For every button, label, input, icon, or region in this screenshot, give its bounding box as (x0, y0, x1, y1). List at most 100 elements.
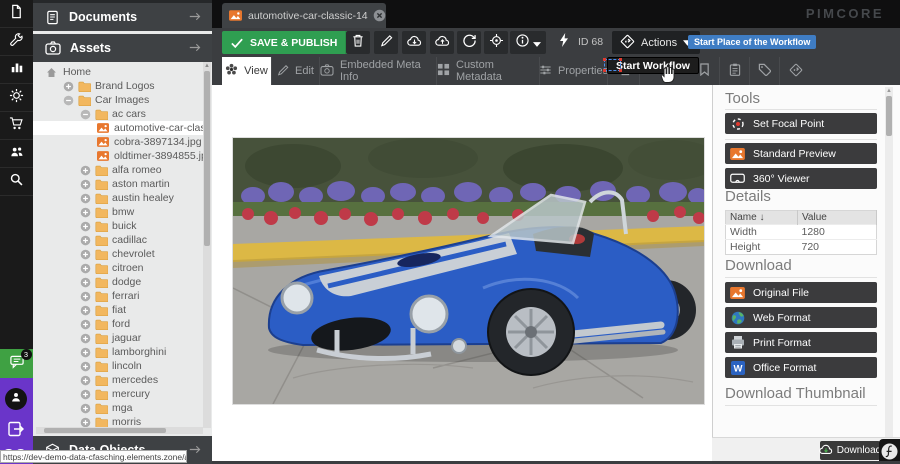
download-print-button[interactable]: Print Format (725, 332, 877, 353)
standard-preview-button[interactable]: Standard Preview (725, 143, 877, 164)
tab-tags[interactable] (750, 57, 780, 85)
locate-in-tree-button[interactable] (484, 31, 508, 54)
tab-properties[interactable]: Properties (540, 57, 608, 85)
file-perspective-button[interactable] (0, 0, 33, 28)
notifications-chat-button[interactable]: 3 (0, 349, 33, 378)
download-original-button[interactable]: Original File (725, 282, 877, 303)
plus-expander-icon[interactable] (80, 375, 95, 386)
tab-workflow[interactable] (780, 57, 812, 85)
tree-item-car-images[interactable]: Car Images (33, 93, 203, 107)
arrow-right-icon[interactable] (189, 42, 202, 56)
plus-expander-icon[interactable] (80, 249, 95, 260)
details-col-name[interactable]: Name ↓ (726, 211, 798, 225)
plus-expander-icon[interactable] (80, 291, 95, 302)
plus-expander-icon[interactable] (80, 403, 95, 414)
delete-button[interactable] (346, 31, 370, 54)
scrollbar-up-arrow[interactable]: ▲ (885, 87, 893, 95)
right-scrollbar-thumb[interactable] (886, 96, 892, 136)
download-web-button[interactable]: Web Format (725, 307, 877, 328)
tree-item-bmw[interactable]: bmw (33, 205, 203, 219)
minus-expander-icon[interactable] (63, 95, 78, 106)
plus-expander-icon[interactable] (63, 81, 78, 92)
set-focal-point-button[interactable]: Set Focal Point (725, 113, 877, 134)
current-user-button[interactable] (5, 388, 27, 410)
plus-expander-icon[interactable] (80, 263, 95, 274)
tab-edit[interactable]: Edit (272, 57, 320, 85)
plus-expander-icon[interactable] (80, 417, 95, 428)
tree-item-automotive-car-classic-14[interactable]: automotive-car-classic-14 (33, 121, 203, 135)
info-button[interactable] (510, 31, 546, 54)
tree-item-citroen[interactable]: citroen (33, 261, 203, 275)
reload-button[interactable] (457, 31, 481, 54)
arrow-right-icon[interactable] (189, 444, 202, 458)
plus-expander-icon[interactable] (80, 179, 95, 190)
tab-notes-events[interactable] (720, 57, 750, 85)
download-office-button[interactable]: W Office Format (725, 357, 877, 378)
tree-item-lamborghini[interactable]: lamborghini (33, 345, 203, 359)
tree-item-mercury[interactable]: mercury (33, 387, 203, 401)
plus-expander-icon[interactable] (80, 207, 95, 218)
tree-item-cadillac[interactable]: cadillac (33, 233, 203, 247)
tree-hscrollbar-thumb[interactable] (44, 428, 166, 433)
customers-button[interactable] (0, 140, 33, 168)
actions-button[interactable]: Actions (612, 31, 700, 54)
tree-item-fiat[interactable]: fiat (33, 303, 203, 317)
settings-button[interactable] (0, 84, 33, 112)
close-icon[interactable] (373, 9, 386, 22)
documents-panel-header[interactable]: Documents (33, 3, 212, 31)
download-cloud-button[interactable] (402, 31, 426, 54)
tree-item-mercedes[interactable]: mercedes (33, 373, 203, 387)
plus-expander-icon[interactable] (80, 235, 95, 246)
tab-view[interactable]: View (222, 57, 272, 85)
tree-item-ford[interactable]: ford (33, 317, 203, 331)
tree-item-dodge[interactable]: dodge (33, 275, 203, 289)
tools-button[interactable] (0, 28, 33, 56)
tree-vertical-scrollbar[interactable]: ▲ (203, 62, 211, 428)
tree-item-brand-logos[interactable]: Brand Logos (33, 79, 203, 93)
plus-expander-icon[interactable] (80, 193, 95, 204)
viewer-360-button[interactable]: 360° Viewer (725, 168, 877, 189)
tree-item-buick[interactable]: buick (33, 219, 203, 233)
minus-expander-icon[interactable] (80, 109, 95, 120)
tree-item-ac-cars[interactable]: ac cars (33, 107, 203, 121)
plus-expander-icon[interactable] (80, 347, 95, 358)
plus-expander-icon[interactable] (80, 221, 95, 232)
plus-expander-icon[interactable] (80, 319, 95, 330)
tree-item-jaguar[interactable]: jaguar (33, 331, 203, 345)
tab-custom-metadata[interactable]: Custom Metadata (437, 57, 540, 85)
download-button[interactable]: Download (820, 441, 880, 460)
plus-expander-icon[interactable] (80, 361, 95, 372)
tree-scrollbar-thumb[interactable] (204, 71, 210, 246)
tree-horizontal-scrollbar[interactable] (36, 427, 203, 434)
tree-item-home[interactable]: Home (33, 65, 203, 79)
rename-button[interactable] (374, 31, 398, 54)
right-panel-scrollbar[interactable]: ▲ (885, 87, 893, 437)
details-col-value[interactable]: Value (798, 211, 877, 225)
plus-expander-icon[interactable] (80, 277, 95, 288)
search-button[interactable] (0, 168, 33, 196)
tree-item-austin-healey[interactable]: austin healey (33, 191, 203, 205)
arrow-right-icon[interactable] (189, 11, 202, 25)
tree-item-lincoln[interactable]: lincoln (33, 359, 203, 373)
asset-tab[interactable]: automotive-car-classic-149813.jpg (222, 3, 386, 28)
upload-cloud-button[interactable] (430, 31, 454, 54)
logout-button[interactable] (7, 420, 25, 443)
assets-panel-header[interactable]: Assets (33, 34, 212, 62)
tree-item-chevrolet[interactable]: chevrolet (33, 247, 203, 261)
plus-expander-icon[interactable] (80, 389, 95, 400)
tab-embedded-meta-info[interactable]: Embedded Meta Info (320, 57, 437, 85)
tree-item-ferrari[interactable]: ferrari (33, 289, 203, 303)
plus-expander-icon[interactable] (80, 165, 95, 176)
tree-item-aston-martin[interactable]: aston martin (33, 177, 203, 191)
scrollbar-up-arrow[interactable]: ▲ (203, 62, 211, 70)
plus-expander-icon[interactable] (80, 333, 95, 344)
tree-item-cobra-3897134-jpg[interactable]: cobra-3897134.jpg (33, 135, 203, 149)
tree-item-alfa-romeo[interactable]: alfa romeo (33, 163, 203, 177)
car-preview-image[interactable] (232, 137, 705, 405)
tree-item-oldtimer-3894855-jpg[interactable]: oldtimer-3894855.jpg (33, 149, 203, 163)
reports-button[interactable] (0, 56, 33, 84)
plus-expander-icon[interactable] (80, 305, 95, 316)
ecommerce-button[interactable] (0, 112, 33, 140)
quick-actions-button[interactable] (552, 31, 576, 54)
tree-item-mga[interactable]: mga (33, 401, 203, 415)
